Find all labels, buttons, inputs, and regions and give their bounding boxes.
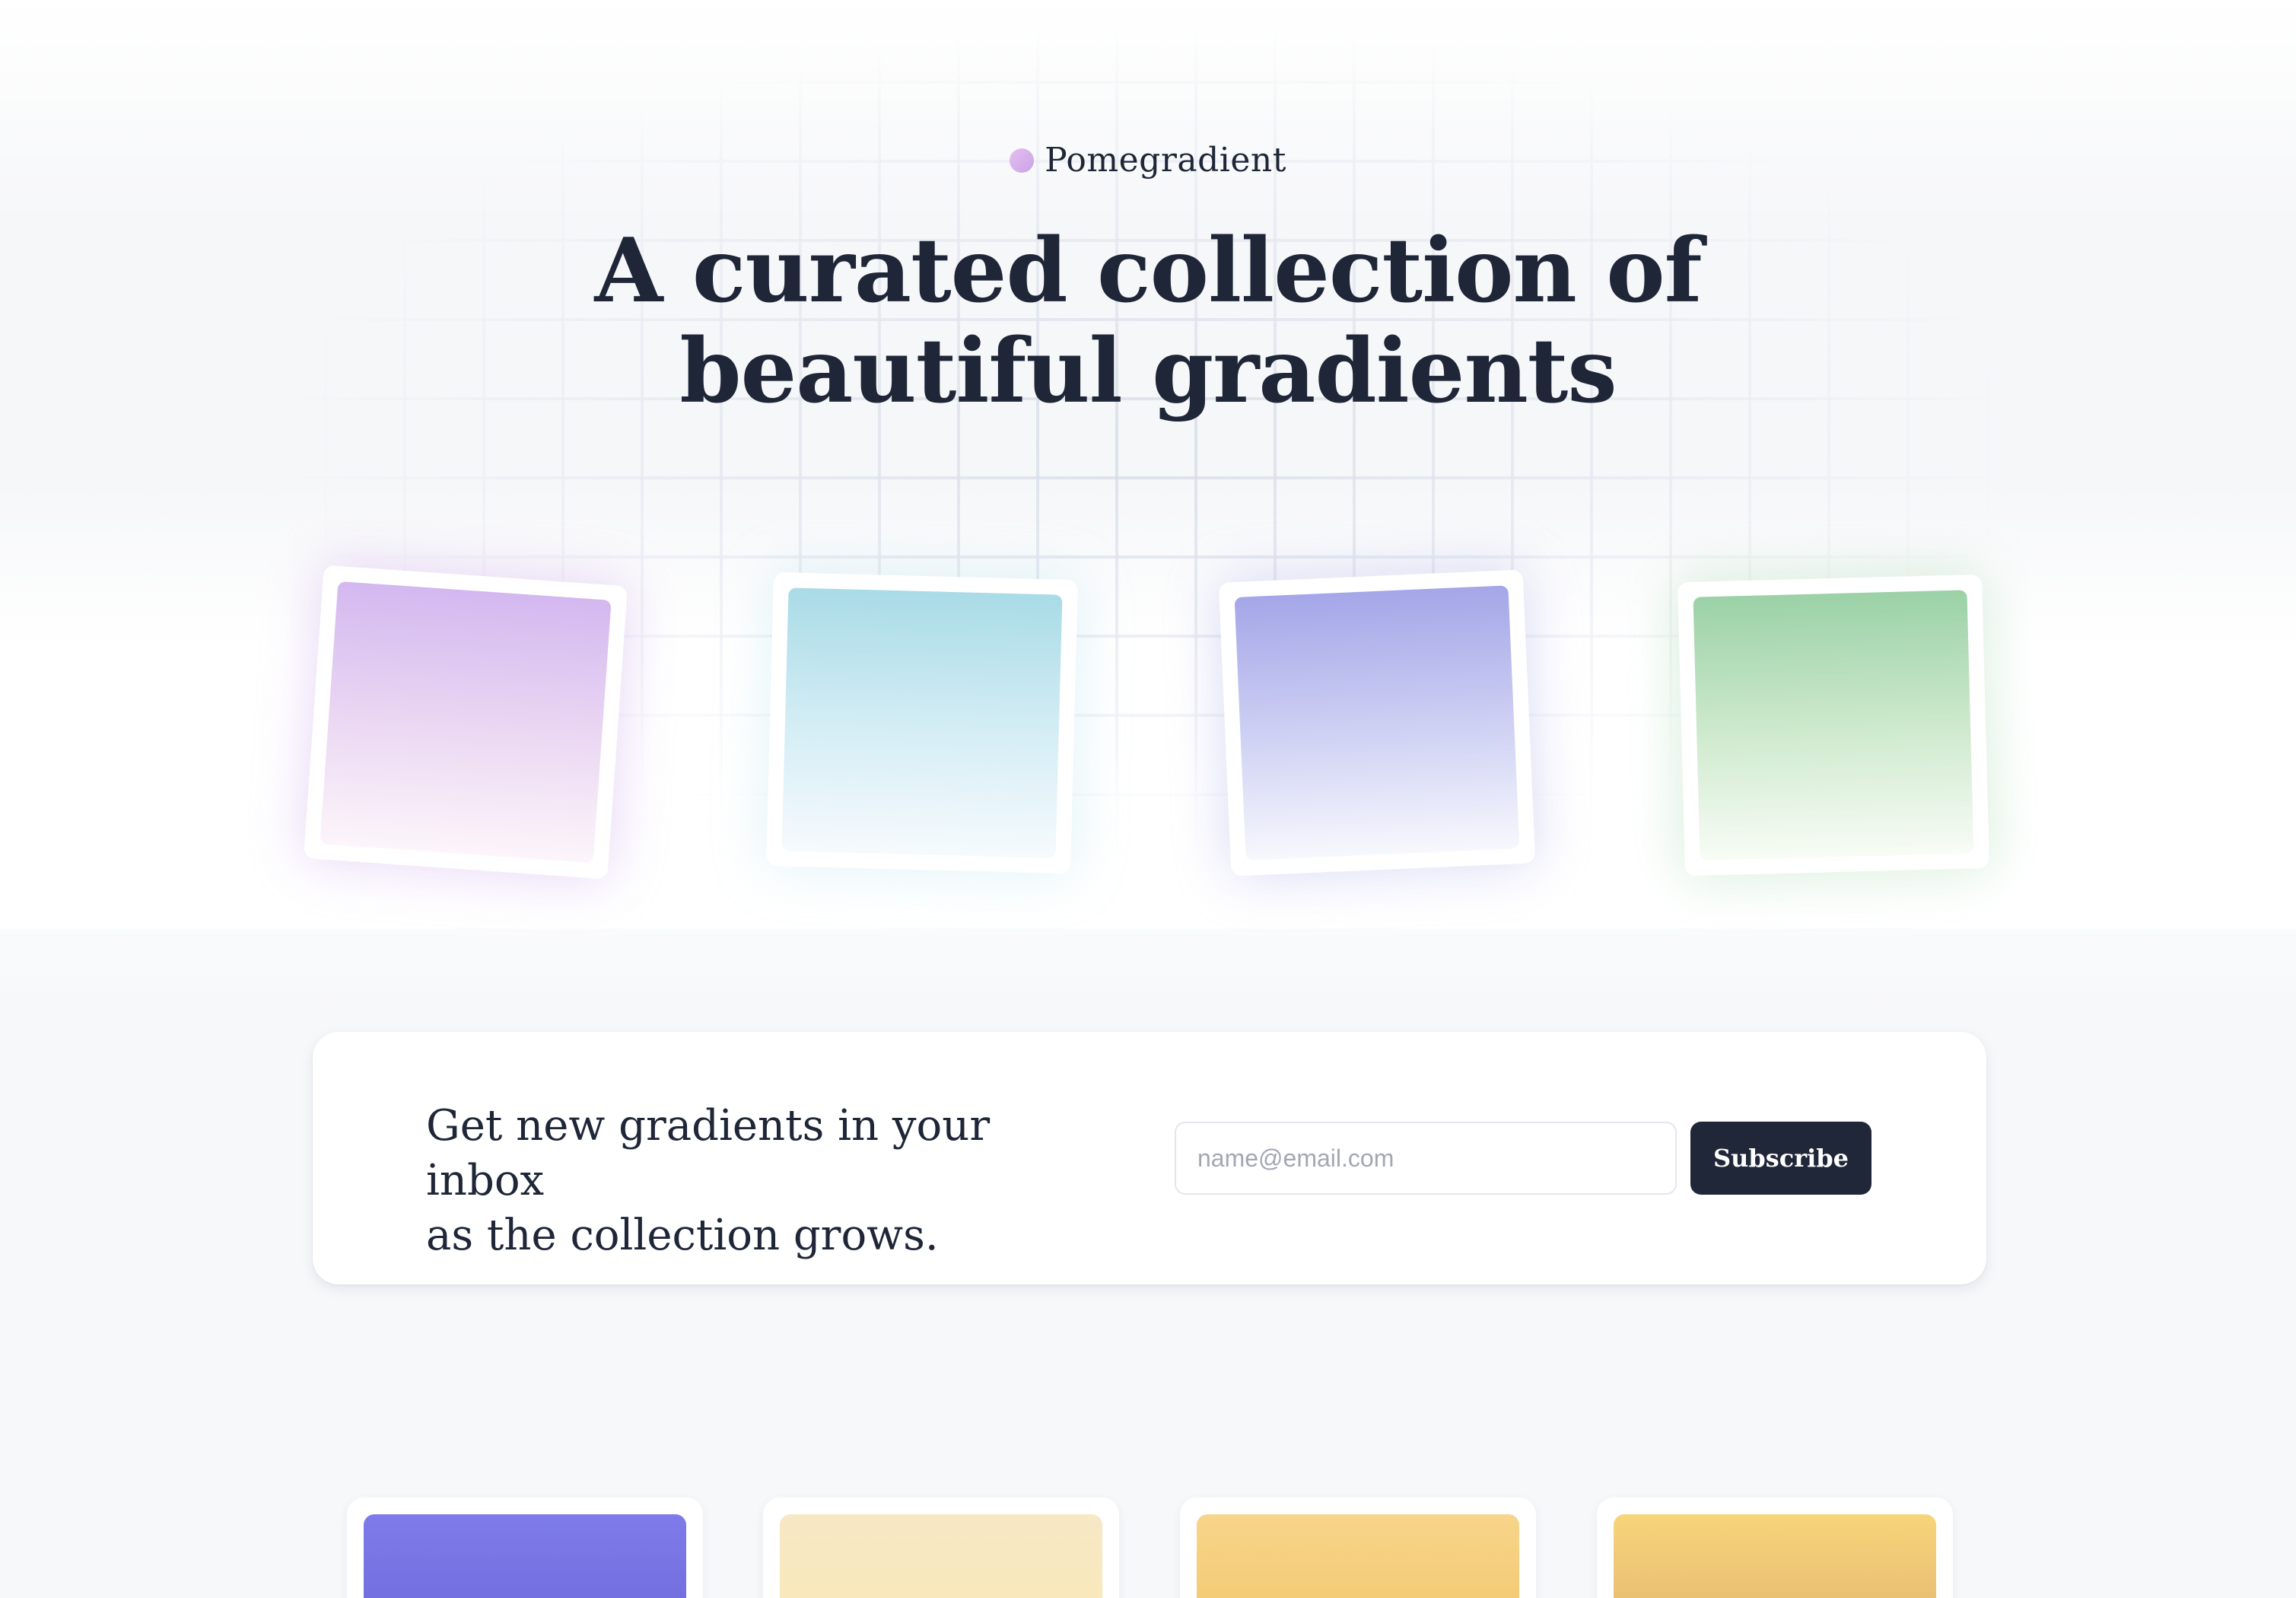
subscribe-button[interactable]: Subscribe xyxy=(1690,1122,1871,1195)
featured-gradient-card-3[interactable] xyxy=(1218,569,1536,877)
gradient-swatch xyxy=(320,581,612,864)
gradient-card[interactable] xyxy=(1597,1498,1953,1598)
headline-line-2: beautiful gradients xyxy=(679,320,1617,423)
page-headline: A curated collection of beautiful gradie… xyxy=(0,221,2296,422)
gradient-swatch xyxy=(780,1514,1102,1598)
featured-gradient-card-1[interactable] xyxy=(304,565,628,880)
gradient-card[interactable] xyxy=(763,1498,1119,1598)
newsletter-text-line-1: Get new gradients in your inbox xyxy=(426,1101,991,1205)
headline-line-1: A curated collection of xyxy=(594,219,1702,323)
gradient-card[interactable] xyxy=(347,1498,703,1598)
gradient-swatch xyxy=(1614,1514,1936,1598)
featured-gradient-card-4[interactable] xyxy=(1677,574,1989,877)
newsletter-text-line-2: as the collection grows. xyxy=(426,1211,939,1260)
gradient-swatch xyxy=(1197,1514,1519,1598)
featured-gradient-card-2[interactable] xyxy=(766,571,1078,874)
newsletter-panel: Get new gradients in your inbox as the c… xyxy=(313,1032,1986,1284)
email-input[interactable] xyxy=(1175,1122,1677,1195)
gradient-swatch xyxy=(1693,590,1974,861)
brand-dot-icon xyxy=(1010,148,1035,173)
gradient-swatch xyxy=(1234,585,1520,861)
brand-name: Pomegradient xyxy=(1045,141,1286,180)
gradient-card[interactable] xyxy=(1180,1498,1536,1598)
gradient-swatch xyxy=(364,1514,686,1598)
brand-logo-link[interactable]: Pomegradient xyxy=(0,141,2296,180)
hero-section: Pomegradient A curated collection of bea… xyxy=(0,0,2296,1012)
gradient-swatch xyxy=(781,587,1063,858)
newsletter-text: Get new gradients in your inbox as the c… xyxy=(426,1099,1111,1263)
